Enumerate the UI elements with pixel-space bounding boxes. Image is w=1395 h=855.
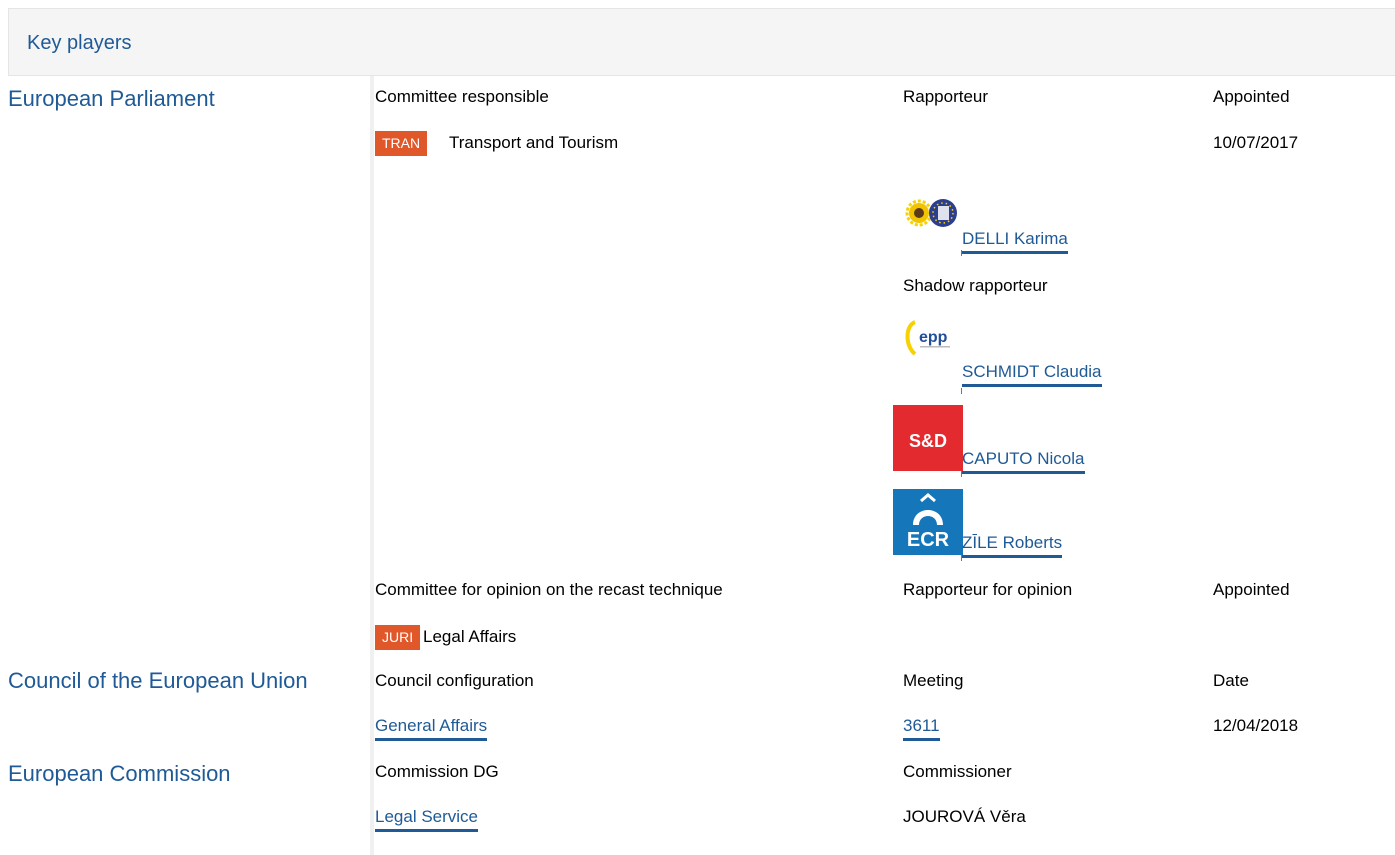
shadow-name-link[interactable]: CAPUTO Nicola (962, 449, 1085, 474)
meeting-label: Meeting (903, 671, 964, 690)
epp-logo-icon: epp (903, 318, 963, 366)
committee-name-tran: Transport and Tourism (449, 133, 619, 152)
meeting-value[interactable]: 3611 (903, 716, 940, 741)
council-config-value[interactable]: General Affairs (375, 716, 488, 741)
opinion-appointed-label: Appointed (1213, 580, 1290, 599)
commission-dg-link[interactable]: Legal Service (375, 807, 479, 832)
commission-dg-value[interactable]: Legal Service (375, 807, 479, 832)
greens-efa-logo-icon (903, 196, 963, 230)
rapporteur-name-link[interactable]: DELLI Karima (962, 229, 1068, 254)
header-title: Key players (27, 32, 132, 54)
committee-badge-tran: TRAN (375, 131, 428, 156)
shadow-rapporteur-label: Shadow rapporteur (903, 276, 1048, 295)
committee-responsible-label: Committee responsible (375, 87, 549, 106)
shadow-name-link[interactable]: SCHMIDT Claudia (962, 362, 1102, 387)
shadow-schmidt[interactable]: SCHMIDT Claudia (962, 362, 1102, 387)
tick-mark (961, 388, 962, 394)
appointed-date: 10/07/2017 (1213, 133, 1299, 152)
svg-text:epp: epp (919, 329, 948, 346)
ecr-logo-icon: ECR (893, 489, 963, 555)
council-section-title: Council of the European Union (8, 668, 308, 693)
rapporteur-label: Rapporteur (903, 87, 989, 106)
key-players-page: Key players European Parliament Committe… (0, 0, 1395, 855)
opinion-committee-label: Committee for opinion on the recast tech… (375, 580, 723, 599)
rapporteur-delli[interactable]: DELLI Karima (962, 229, 1068, 254)
ep-section-title: European Parliament (8, 86, 215, 111)
column-divider (370, 76, 374, 855)
opinion-rapporteur-label: Rapporteur for opinion (903, 580, 1073, 599)
shadow-name-link[interactable]: ZĪLE Roberts (962, 533, 1063, 558)
committee-badge-juri: JURI (375, 625, 421, 650)
commissioner-value: JOUROVÁ Věra (903, 807, 1026, 826)
shadow-caputo[interactable]: CAPUTO Nicola (962, 449, 1085, 474)
commissioner-label: Commissioner (903, 762, 1012, 781)
meeting-link[interactable]: 3611 (903, 716, 940, 741)
commission-section-title: European Commission (8, 761, 231, 786)
council-config-link[interactable]: General Affairs (375, 716, 488, 741)
commission-dg-label: Commission DG (375, 762, 499, 781)
date-value: 12/04/2018 (1213, 716, 1299, 735)
sd-logo-icon: S&D (893, 405, 963, 471)
appointed-label: Appointed (1213, 87, 1290, 106)
date-label: Date (1213, 671, 1249, 690)
committee-name-juri: Legal Affairs (423, 627, 517, 646)
key-players-header: Key players (8, 8, 1395, 76)
shadow-zile[interactable]: ZĪLE Roberts (962, 533, 1063, 558)
council-config-label: Council configuration (375, 671, 534, 690)
